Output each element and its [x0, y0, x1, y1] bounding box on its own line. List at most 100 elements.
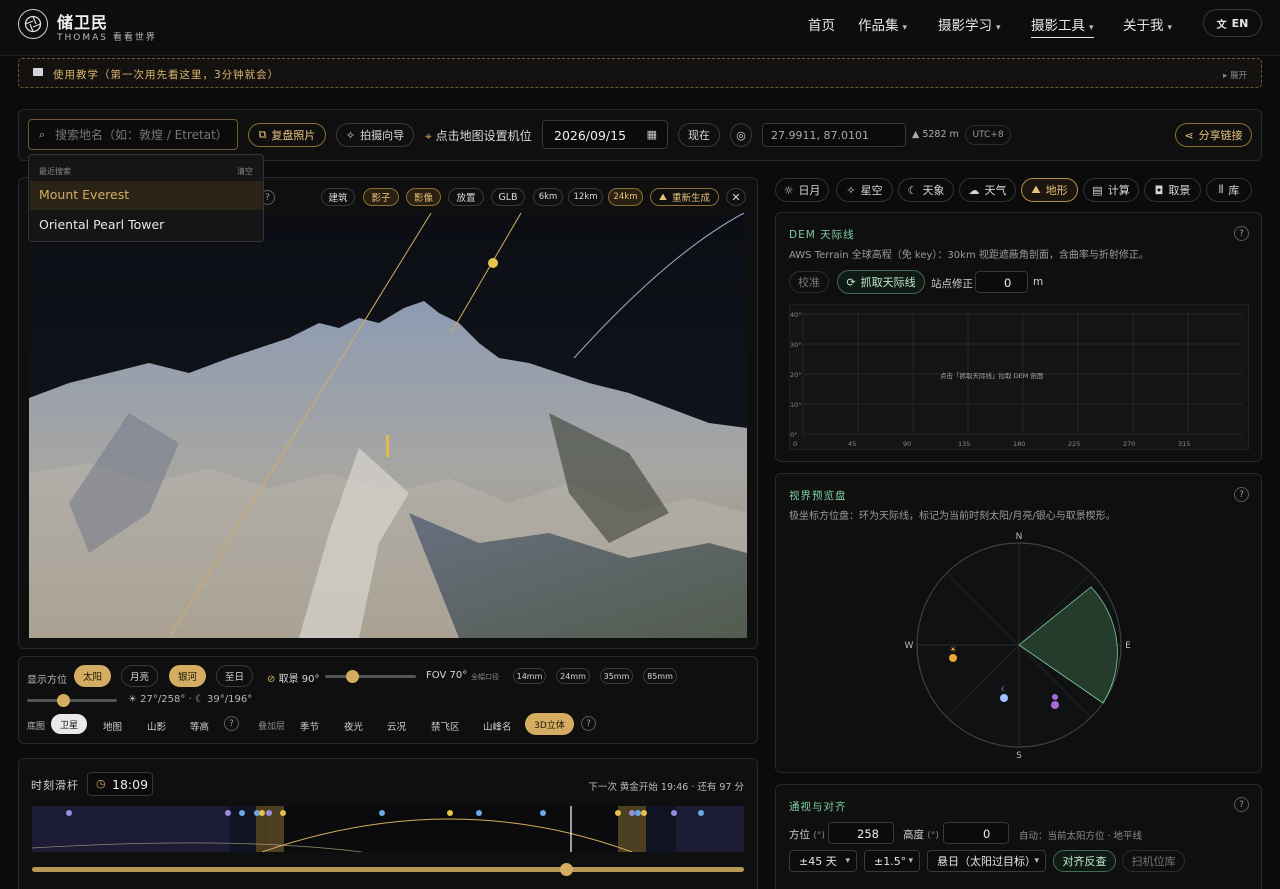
azimuth-slider[interactable] [27, 699, 117, 702]
tab-weather[interactable]: ☁ 天气 [959, 178, 1016, 202]
overlay-nofly[interactable]: 禁飞区 [431, 719, 460, 733]
overlay-season[interactable]: 季节 [300, 719, 319, 733]
fullframe-label: 全幅口径 [471, 673, 499, 681]
lens-35mm[interactable]: 35mm [600, 668, 633, 684]
date-field[interactable]: 2026/09/15 ▦ [542, 120, 668, 149]
time-slider-thumb[interactable] [559, 863, 573, 876]
chevron-down-icon: ▾ [1167, 23, 1173, 33]
tab-sun-moon[interactable]: ☼ 日月 [775, 178, 829, 202]
set-position-link[interactable]: ⌖ 点击地图设置机位 [425, 127, 532, 144]
library-icon: ⫴ [1218, 183, 1224, 196]
overlay-3d[interactable]: 3D立体 [525, 713, 574, 735]
lens-85mm[interactable]: 85mm [643, 668, 677, 684]
check-circle-icon: ⊘ [267, 674, 276, 685]
time-slider[interactable] [32, 867, 744, 872]
tab-terrain[interactable]: ⛰ 地形 [1021, 178, 1078, 202]
close-icon[interactable]: ✕ [726, 188, 746, 206]
show-milkyway-button[interactable]: 银河 [169, 665, 206, 687]
time-slider-label: 时刻滑杆 [31, 779, 79, 792]
x-tick-label: 45 [848, 440, 856, 448]
language-toggle[interactable]: 文 EN [1203, 9, 1262, 37]
fov-slider-thumb[interactable] [345, 670, 359, 683]
guide-button[interactable]: ✧ 拍摄向导 [336, 123, 414, 147]
terrain-3d-view[interactable] [29, 213, 747, 638]
range-6km[interactable]: 6km [533, 188, 563, 206]
list-item[interactable]: Mount Everest [30, 181, 263, 210]
share-link-button[interactable]: ⋖ 分享链接 [1175, 123, 1252, 147]
tab-stars[interactable]: ✧ 星空 [836, 178, 893, 202]
base-hillshade[interactable]: 山影 [147, 719, 166, 733]
show-solstice-button[interactable]: 至日 [216, 665, 253, 687]
elevation-readout: ▲ 5282 m [912, 129, 959, 140]
regenerate-button[interactable]: ⛰ 重新生成 [650, 188, 719, 206]
overlay-nightlight[interactable]: 夜光 [344, 719, 363, 733]
day-timeline[interactable] [32, 806, 744, 852]
chevron-down-icon: ▾ [1034, 856, 1039, 866]
base-contour[interactable]: 等高 [190, 719, 209, 733]
next-event-text: 下一次 黄金开始 19:46 · 还有 97 分 [588, 782, 744, 793]
days-select[interactable]: ±45 天 ▾ [789, 850, 857, 872]
range-24km[interactable]: 24km [608, 188, 643, 206]
replicate-photo-button[interactable]: ⧉ 复盘照片 [248, 123, 326, 147]
station-input[interactable]: 0 [975, 271, 1028, 293]
altitude-input[interactable]: 0 [943, 822, 1009, 844]
lens-14mm[interactable]: 14mm [513, 668, 546, 684]
tab-calc[interactable]: ▤ 计算 [1083, 178, 1139, 202]
scan-library-button[interactable]: 扫机位库 [1122, 850, 1185, 872]
overlay-cloud[interactable]: 云况 [387, 719, 406, 733]
place-button[interactable]: 放置 [448, 188, 484, 206]
tab-library[interactable]: ⫴ 库 [1206, 178, 1252, 202]
utc-badge[interactable]: UTC+8 [965, 125, 1011, 145]
polar-compass-dial[interactable]: N E S W ☀ ☾ [890, 528, 1148, 764]
search-box[interactable]: ⌕ [28, 119, 238, 150]
show-sun-button[interactable]: 太阳 [74, 665, 111, 687]
layer-shadow[interactable]: 影子 [363, 188, 399, 206]
fov-slider[interactable] [325, 675, 416, 678]
nav-portfolio[interactable]: 作品集 ▾ [858, 14, 907, 34]
help-icon[interactable]: ? [1234, 226, 1249, 241]
base-satellite[interactable]: 卫星 [51, 714, 87, 734]
x-tick-label: 315 [1178, 440, 1190, 448]
deg-select[interactable]: ±1.5° ▾ [864, 850, 920, 872]
help-icon[interactable]: ? [581, 716, 596, 731]
lens-24mm[interactable]: 24mm [556, 668, 590, 684]
azimuth-input[interactable]: 258 [828, 822, 894, 844]
x-tick-label: 180 [1013, 440, 1025, 448]
glb-button[interactable]: GLB [491, 188, 525, 206]
expand-button[interactable]: ▸ 展开 [1223, 69, 1247, 81]
coords-field[interactable]: 27.9911, 87.0101 [762, 123, 906, 147]
tab-framing[interactable]: ◘ 取景 [1144, 178, 1201, 202]
show-moon-button[interactable]: 月亮 [121, 665, 158, 687]
help-icon[interactable]: ? [1234, 797, 1249, 812]
x-tick-label: 270 [1123, 440, 1135, 448]
view-toggle[interactable]: ⊘ 取景 90° [267, 670, 319, 685]
aperture-icon[interactable] [18, 9, 48, 39]
nav-home[interactable]: 首页 [808, 14, 835, 34]
layer-imagery[interactable]: 影像 [406, 188, 441, 206]
tab-celestial[interactable]: ☾ 天象 [898, 178, 954, 202]
calibrate-button[interactable]: 校准 [789, 271, 829, 293]
overlay-peak-names[interactable]: 山峰名 [483, 719, 512, 733]
sparkle-icon: ✧ [345, 128, 356, 142]
help-icon[interactable]: ? [1234, 487, 1249, 502]
now-button[interactable]: 现在 [678, 123, 720, 147]
azimuth-slider-thumb[interactable] [56, 694, 70, 707]
list-item[interactable]: Oriental Pearl Tower [30, 211, 263, 240]
nav-tools[interactable]: 摄影工具 ▾ [1031, 14, 1094, 38]
locate-icon[interactable]: ◎ [730, 123, 752, 147]
clear-button[interactable]: 清空 [237, 166, 253, 177]
tutorial-banner[interactable]: 使用教学（第一次用先看这里，3分钟就会） ▸ 展开 [18, 58, 1262, 88]
fetch-skyline-button[interactable]: ⟳ 抓取天际线 [837, 270, 925, 294]
search-input[interactable] [55, 126, 233, 144]
nav-learning[interactable]: 摄影学习 ▾ [938, 14, 1001, 34]
recent-header: 最近搜索 [39, 167, 71, 176]
reverse-align-button[interactable]: 对齐反查 [1053, 850, 1116, 872]
layer-buildings[interactable]: 建筑 [321, 188, 355, 206]
search-dropdown: 最近搜索 清空 Mount Everest Oriental Pearl Tow… [28, 154, 264, 242]
nav-about[interactable]: 关于我 ▾ [1123, 14, 1172, 34]
range-12km[interactable]: 12km [568, 188, 603, 206]
time-field[interactable]: ◷ 18:09 [87, 772, 153, 796]
mode-select[interactable]: 悬日（太阳过目标） ▾ [927, 850, 1046, 872]
base-map[interactable]: 地图 [103, 719, 122, 733]
help-icon[interactable]: ? [224, 716, 239, 731]
